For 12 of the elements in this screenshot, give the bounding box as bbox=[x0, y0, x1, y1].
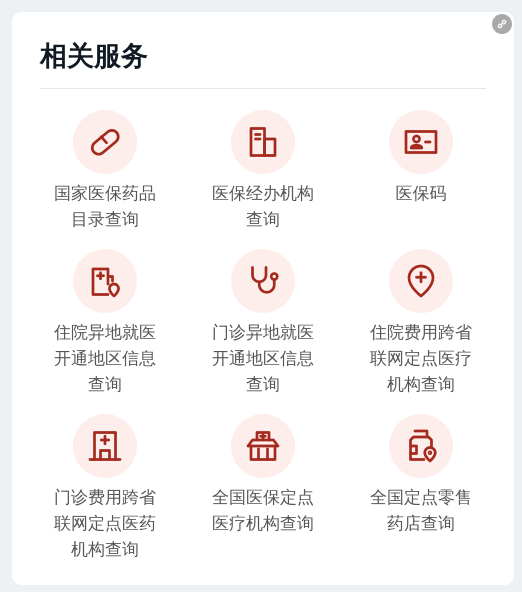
service-label[interactable]: 全国定点零售药店查询 bbox=[367, 485, 475, 537]
service-label[interactable]: 门诊异地就医开通地区信息查询 bbox=[209, 320, 317, 398]
pharmacy-store-icon bbox=[245, 428, 281, 464]
service-label[interactable]: 全国医保定点医疗机构查询 bbox=[209, 485, 317, 537]
section-title: 相关服务 bbox=[40, 40, 149, 74]
service-label[interactable]: 医保经办机构查询 bbox=[209, 181, 317, 233]
service-label[interactable]: 住院异地就医开通地区信息查询 bbox=[51, 320, 159, 398]
hospital-icon bbox=[87, 428, 123, 464]
service-label[interactable]: 医保码 bbox=[396, 181, 446, 207]
service-label[interactable]: 住院费用跨省联网定点医疗机构查询 bbox=[367, 320, 475, 398]
service-label[interactable]: 国家医保药品目录查询 bbox=[51, 181, 159, 233]
service-label[interactable]: 门诊费用跨省联网定点医药机构查询 bbox=[51, 485, 159, 563]
